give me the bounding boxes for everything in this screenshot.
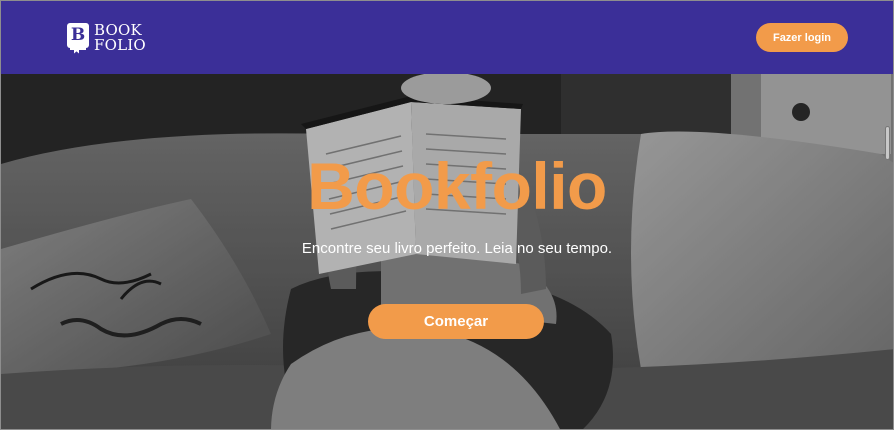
hero-section: Bookfolio Encontre seu livro perfeito. L… [1, 74, 893, 429]
top-navbar: B BOOK FOLIO Fazer login [1, 1, 893, 74]
login-button[interactable]: Fazer login [756, 23, 848, 52]
brand-logo[interactable]: B BOOK FOLIO [67, 22, 146, 54]
hero-title: Bookfolio [307, 149, 607, 223]
bookmark-ribbon-icon [70, 47, 86, 52]
hero-subtitle: Encontre seu livro perfeito. Leia no seu… [301, 240, 613, 257]
get-started-button[interactable]: Começar [368, 304, 544, 339]
scrollbar-thumb[interactable] [885, 126, 890, 160]
logo-letter: B [67, 22, 89, 48]
logo-wordmark: BOOK FOLIO [94, 22, 146, 54]
book-logo-icon: B [67, 22, 89, 53]
landing-page: B BOOK FOLIO Fazer login Bookfolio Encon… [0, 0, 894, 430]
logo-line-2: FOLIO [94, 35, 146, 54]
